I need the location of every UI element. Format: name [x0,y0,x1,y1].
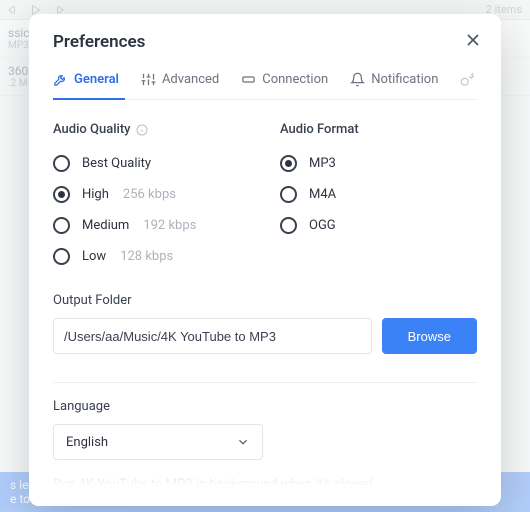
tabs-scroll-right[interactable] [497,70,501,89]
section-heading: Audio Quality [53,122,131,137]
radio-circle-icon [53,155,70,172]
radio-sublabel: 192 kbps [143,218,196,233]
preferences-dialog: Preferences General Advanced Connection … [29,14,501,506]
radio-circle-icon [53,186,70,203]
radio-circle-icon [280,217,297,234]
wrench-icon [53,72,68,87]
active-tab-indicator [53,98,125,100]
output-folder-input[interactable] [53,318,372,354]
sliders-icon [141,72,156,87]
tab-notification[interactable]: Notification [350,72,438,87]
section-heading: Audio Format [280,122,359,137]
radio-label: MP3 [309,156,336,171]
radio-label: Medium [82,218,129,233]
radio-label: High [82,187,109,202]
radio-sublabel: 128 kbps [120,249,173,264]
info-icon[interactable] [136,124,148,136]
browse-button[interactable]: Browse [382,318,477,354]
connection-icon [241,72,256,87]
radio-label: Low [82,249,106,264]
dialog-title: Preferences [53,32,477,52]
radio-format-mp3[interactable]: MP3 [280,155,477,172]
tab-general[interactable]: General [53,72,119,87]
language-select[interactable]: English [53,424,263,460]
radio-format-ogg[interactable]: OGG [280,217,477,234]
tab-label: Advanced [162,72,219,87]
radio-quality-high[interactable]: High 256 kbps [53,186,250,203]
modal-overlay: Preferences General Advanced Connection … [0,0,530,512]
radio-label: Best Quality [82,156,151,171]
language-value: English [66,435,108,450]
radio-label: OGG [309,218,336,233]
tab-label: General [74,72,119,87]
radio-format-m4a[interactable]: M4A [280,186,477,203]
tab-label: Notification [371,72,438,87]
close-button[interactable] [463,30,483,50]
chevron-down-icon [236,435,250,449]
radio-circle-icon [53,248,70,265]
divider [53,382,477,383]
radio-quality-medium[interactable]: Medium 192 kbps [53,217,250,234]
radio-circle-icon [53,217,70,234]
tab-advanced[interactable]: Advanced [141,72,219,87]
key-icon[interactable] [460,72,475,87]
radio-label: M4A [309,187,336,202]
radio-quality-best-quality[interactable]: Best Quality [53,155,250,172]
audio-quality-section: Audio Quality Best Quality High 256 kbps Me… [53,122,250,265]
bell-icon [350,72,365,87]
tab-label: Connection [262,72,328,87]
tabs: General Advanced Connection Notification [53,70,477,100]
output-folder-label: Output Folder [53,293,477,308]
radio-quality-low[interactable]: Low 128 kbps [53,248,250,265]
run-in-background-option[interactable]: Run 4K YouTube to MP3 in background when… [53,477,477,492]
radio-circle-icon [280,155,297,172]
language-label: Language [53,399,477,414]
tab-connection[interactable]: Connection [241,72,328,87]
audio-format-section: Audio Format MP3 M4A OGG [280,122,477,265]
radio-sublabel: 256 kbps [123,187,176,202]
radio-circle-icon [280,186,297,203]
